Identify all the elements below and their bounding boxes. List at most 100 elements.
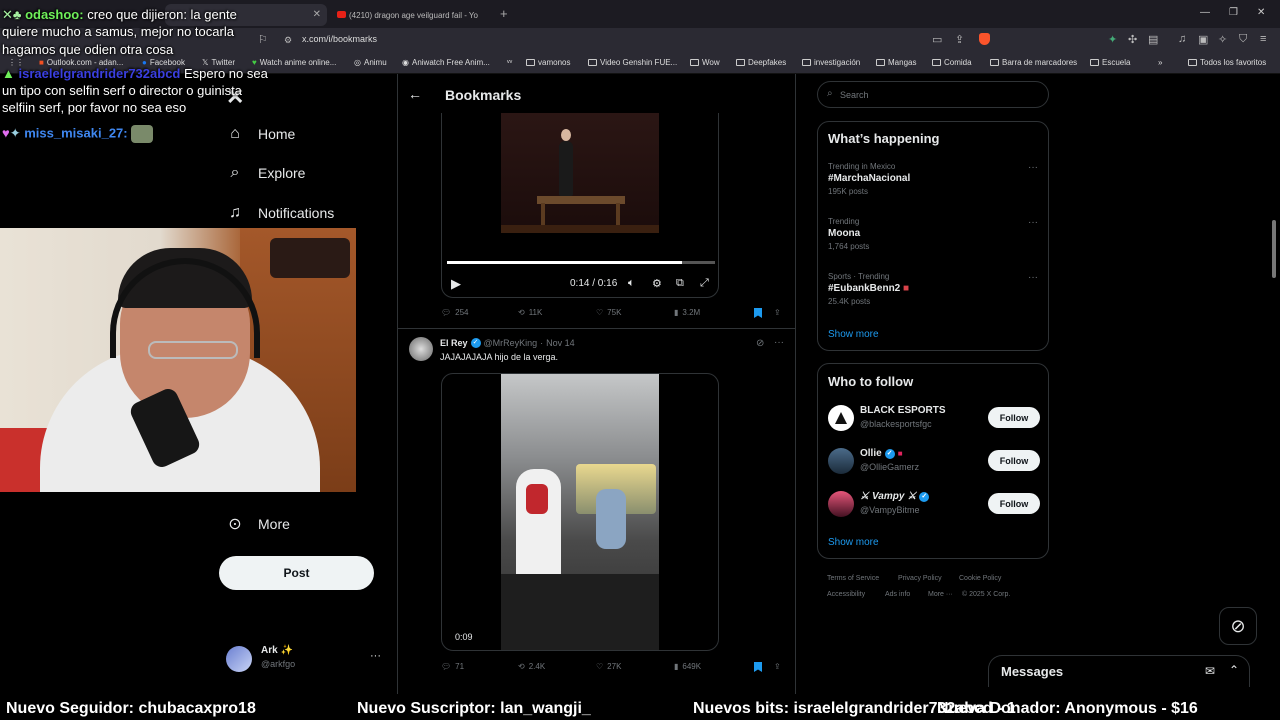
follow-button[interactable]: Follow [988, 407, 1040, 428]
ticker-donation: Nueva Donador: Anonymous - $16 [937, 700, 1198, 717]
trend-item[interactable]: Trending Moona 1,764 posts ··· [828, 217, 1038, 251]
retweet-button[interactable]: ⟲ 2.4K [518, 662, 545, 671]
bookmark-wow[interactable]: Wow [690, 58, 720, 67]
bookmark-comida[interactable]: Comida [932, 58, 972, 67]
grok-icon[interactable]: ⊘ [756, 338, 764, 349]
new-message-icon[interactable]: ✉ [1205, 664, 1215, 678]
site-info-icon[interactable]: ⚙ [284, 35, 292, 46]
trend-item[interactable]: Sports · Trending #EubankBenn2 ■ 25.4K p… [828, 272, 1038, 306]
footer-link[interactable]: Terms of Service [827, 575, 879, 582]
more-icon[interactable]: ··· [1028, 162, 1038, 173]
tab-youtube[interactable]: (4210) dragon age veilguard fail - Yo [333, 4, 493, 26]
post-button[interactable]: Post [219, 556, 374, 590]
chat-colon: : [79, 7, 84, 22]
bookmark-mangas[interactable]: Mangas [876, 58, 916, 67]
bookmark-page-icon[interactable]: ⚐ [258, 33, 268, 46]
back-arrow-icon[interactable]: ← [408, 86, 422, 102]
search-input[interactable]: ⌕ Search [817, 81, 1049, 108]
bookmark-animu[interactable]: ◎ Animu [354, 58, 387, 67]
scrollbar-thumb[interactable] [1272, 220, 1276, 278]
nav-home[interactable]: ⌂ Home [226, 125, 295, 143]
share-icon[interactable]: ⇪ [774, 308, 781, 317]
footer-link[interactable]: Ads info [885, 591, 910, 598]
person-figure [559, 141, 573, 196]
bookmark-vamonos[interactable]: vamonos [526, 58, 570, 67]
bookmark-misc-icon[interactable]: ᵛᵛ [507, 58, 512, 67]
bookmark-todos[interactable]: Todos los favoritos [1188, 58, 1266, 67]
footer-link[interactable]: Privacy Policy [898, 575, 942, 582]
leo-icon[interactable]: ✦ [1108, 33, 1117, 46]
screen-icon[interactable]: ▭ [932, 33, 942, 46]
close-window-icon[interactable]: ✕ [1257, 7, 1265, 18]
table-leg [616, 203, 620, 225]
reply-button[interactable]: 💬︎ 254 [441, 308, 469, 317]
expand-icon[interactable]: ⌃ [1229, 663, 1239, 677]
tweet-date[interactable]: Nov 14 [546, 338, 575, 348]
nav-more[interactable]: ⊙ More [226, 514, 290, 534]
settings-icon[interactable]: ⚙ [652, 277, 662, 290]
more-bookmarks-icon[interactable]: » [1158, 58, 1162, 67]
music-icon[interactable]: ♫ [1178, 33, 1186, 45]
minimize-icon[interactable]: — [1200, 7, 1210, 18]
address-bar[interactable]: x.com/i/bookmarks [302, 34, 377, 44]
follow-suggestion[interactable]: BLACK ESPORTS @blackesportsfgc Follow [828, 404, 1040, 434]
maximize-icon[interactable]: ❐ [1229, 7, 1238, 18]
bookmark-deepfakes[interactable]: Deepfakes [736, 58, 786, 67]
bookmark-investigacion[interactable]: investigación [802, 58, 860, 67]
like-button[interactable]: ♡ 27K [596, 662, 621, 671]
more-icon[interactable]: ··· [774, 337, 784, 348]
trend-item[interactable]: Trending in Mexico #MarchaNacional 195K … [828, 162, 1038, 196]
brave-shield-icon[interactable] [979, 33, 990, 45]
play-icon[interactable]: ▶ [451, 276, 461, 292]
more-icon[interactable]: ··· [1028, 272, 1038, 283]
more-icon[interactable]: ··· [370, 650, 381, 662]
video-player[interactable]: 0:09 [441, 373, 719, 651]
extensions-icon[interactable]: ✣ [1128, 33, 1137, 46]
retweet-button[interactable]: ⟲ 11K [518, 308, 542, 317]
bookmark-escuela[interactable]: Escuela [1090, 58, 1130, 67]
vpn-icon[interactable]: ⛉ [1239, 33, 1247, 46]
footer-link[interactable]: Cookie Policy [959, 575, 1001, 582]
whats-happening-card: What’s happening Trending in Mexico #Mar… [817, 121, 1049, 351]
menu-icon[interactable]: ≡ [1260, 33, 1266, 45]
bookmark-aniwatch[interactable]: ◉ Aniwatch Free Anim... [402, 58, 490, 67]
follow-suggestion[interactable]: ⚔ Vampy ⚔ ✓ @VampyBitme Follow [828, 490, 1040, 520]
follow-button[interactable]: Follow [988, 450, 1040, 471]
reply-icon: 💬︎ [441, 308, 452, 317]
show-more-link[interactable]: Show more [828, 537, 879, 548]
share-icon[interactable]: ⇪ [774, 662, 781, 671]
ai-icon[interactable]: ✧ [1218, 33, 1227, 46]
tweet-author[interactable]: El Rey [440, 338, 468, 348]
follow-suggestion[interactable]: Ollie ✓ ■ @OllieGamerz Follow [828, 447, 1040, 477]
more-icon[interactable]: ··· [1028, 217, 1038, 228]
nav-explore[interactable]: ⌕ Explore [226, 164, 306, 182]
wallet-icon[interactable]: ▣ [1198, 33, 1208, 46]
show-more-link[interactable]: Show more [828, 329, 879, 340]
tweet-handle[interactable]: @MrReyKing [484, 338, 538, 348]
avatar[interactable] [409, 337, 433, 361]
close-tab-icon[interactable]: ✕ [313, 9, 321, 20]
fullscreen-icon[interactable]: ⤢ [700, 277, 709, 290]
grok-icon[interactable]: ⊘ [1219, 607, 1257, 645]
account-switcher[interactable]: Ark ✨ @arkfgo ··· [226, 644, 386, 674]
like-button[interactable]: ♡ 75K [596, 308, 621, 317]
bookmark-barra[interactable]: Barra de marcadores [990, 58, 1077, 67]
footer-link[interactable]: More ··· [928, 591, 953, 598]
follow-button[interactable]: Follow [988, 493, 1040, 514]
bookmark-genshin[interactable]: Video Genshin FUE... [588, 58, 677, 67]
messages-drawer[interactable]: Messages ✉ ⌃ [988, 655, 1250, 687]
views-button[interactable]: ▮ 649K [674, 662, 701, 671]
nav-notifications[interactable]: ♫ Notifications [226, 204, 334, 222]
sidebar-icon[interactable]: ▤ [1148, 33, 1158, 46]
pip-icon[interactable]: ⧉ [676, 277, 684, 290]
video-progress-track[interactable] [447, 261, 715, 264]
views-button[interactable]: ▮ 3.2M [674, 308, 700, 317]
reply-button[interactable]: 💬︎ 71 [441, 662, 464, 671]
volume-icon[interactable]: 🔈︎ [628, 277, 635, 290]
video-player[interactable]: ▶ 0:14 / 0:16 🔈︎ ⚙ ⧉ ⤢ [441, 113, 719, 298]
footer-link[interactable]: Accessibility [827, 591, 865, 598]
figurines [270, 238, 350, 278]
share-icon[interactable]: ⇪ [955, 33, 964, 46]
folder-icon [876, 59, 885, 66]
new-tab-button[interactable]: + [500, 6, 508, 21]
